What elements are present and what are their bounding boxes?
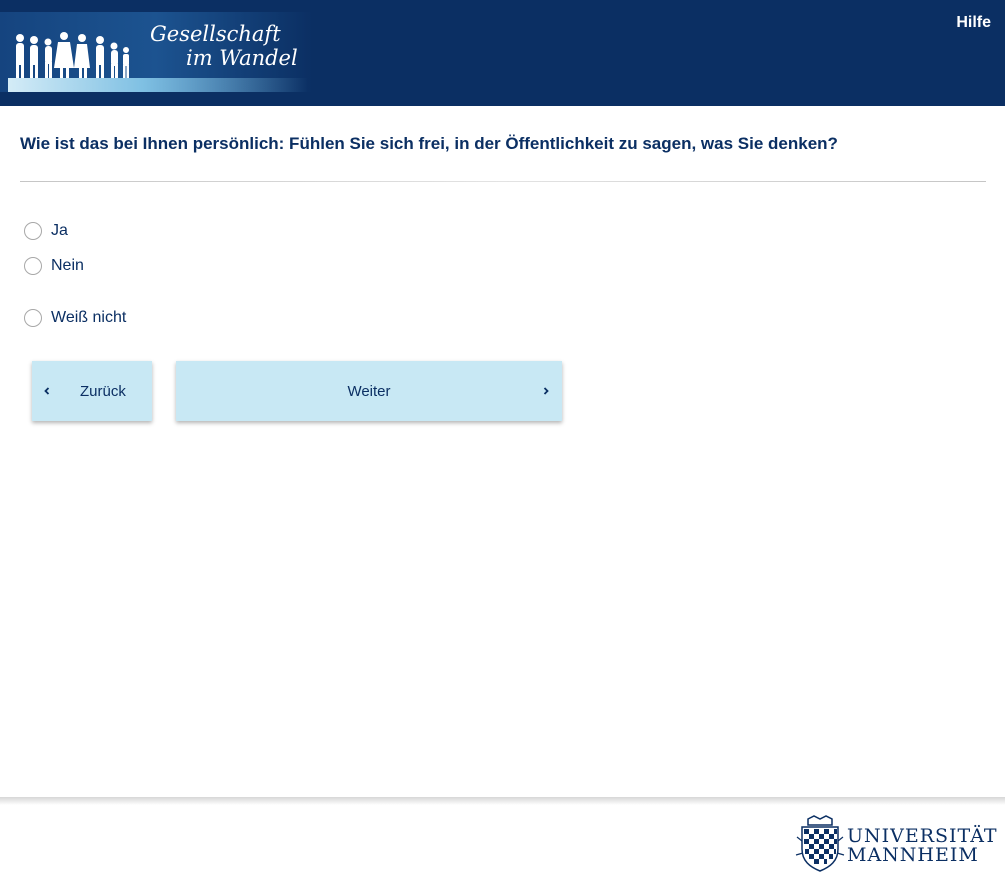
logo-wordmark: Gesellschaft im Wandel <box>150 22 310 70</box>
chevron-left-icon <box>44 387 50 395</box>
option-label-nein: Nein <box>51 257 84 274</box>
logo-line-2: im Wandel <box>186 46 298 70</box>
radio-nein[interactable] <box>24 257 42 275</box>
footer-divider <box>0 797 1005 805</box>
chevron-right-icon <box>543 387 549 395</box>
next-button[interactable]: Weiter <box>176 361 562 421</box>
gesellschaft-im-wandel-logo: Gesellschaft im Wandel <box>0 12 312 92</box>
university-name-line-2: MANNHEIM <box>847 844 979 866</box>
back-button-label: Zurück <box>80 382 126 400</box>
divider <box>20 181 986 182</box>
option-ja[interactable]: Ja <box>24 222 68 240</box>
option-weiss-nicht[interactable]: Weiß nicht <box>24 309 126 327</box>
option-label-ja: Ja <box>51 222 68 239</box>
option-nein[interactable]: Nein <box>24 257 84 275</box>
university-name: UNIVERSITÄT MANNHEIM <box>847 827 998 865</box>
radio-ja[interactable] <box>24 222 42 240</box>
back-button[interactable]: Zurück <box>32 361 152 421</box>
people-silhouettes-icon <box>16 32 129 78</box>
universitaet-mannheim-logo: UNIVERSITÄT MANNHEIM <box>794 815 999 875</box>
university-crest-icon <box>795 815 845 872</box>
logo-line-1: Gesellschaft <box>150 22 281 46</box>
radio-weiss-nicht[interactable] <box>24 309 42 327</box>
header-bar: Gesellschaft im Wandel Hilfe <box>0 0 1005 106</box>
option-label-weiss-nicht: Weiß nicht <box>51 309 127 326</box>
next-button-label: Weiter <box>347 382 391 400</box>
question-text: Wie ist das bei Ihnen persönlich: Fühlen… <box>20 134 838 153</box>
help-link[interactable]: Hilfe <box>956 14 991 32</box>
